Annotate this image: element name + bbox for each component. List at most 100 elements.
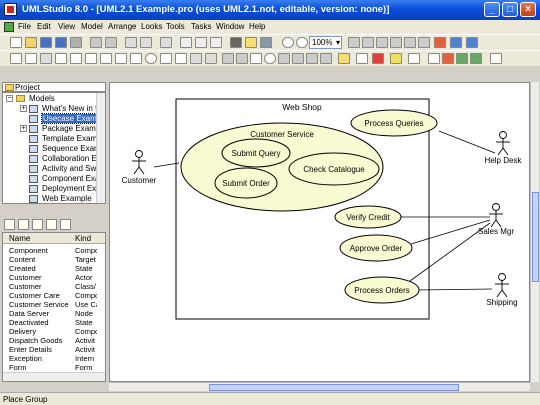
list-row[interactable]: Form Form [3, 363, 105, 372]
rectangle-icon[interactable] [130, 53, 142, 64]
tree-item[interactable]: Web Example [3, 194, 105, 203]
menu-view[interactable]: View [58, 22, 75, 31]
group-icon[interactable] [376, 37, 388, 48]
tree-item[interactable]: + Package Example [3, 124, 105, 134]
font-icon[interactable] [356, 53, 368, 64]
menu-tasks[interactable]: Tasks [191, 22, 211, 31]
tree-item[interactable]: Component Exam [3, 174, 105, 184]
actor-icon[interactable] [250, 53, 262, 64]
bezier-icon[interactable] [205, 53, 217, 64]
canvas-vertical-scrollbar[interactable] [530, 82, 539, 382]
horizontal-scroll-thumb[interactable] [209, 384, 459, 391]
list-row[interactable]: Content Target [3, 255, 105, 264]
actor-shipping[interactable] [495, 273, 509, 298]
list-row[interactable]: Delivery Compo [3, 327, 105, 336]
paste-icon[interactable] [210, 37, 222, 48]
tree-item[interactable]: Usecase Example [3, 113, 105, 124]
line-color-icon[interactable] [390, 53, 402, 64]
list-row[interactable]: Customer Care Compo [3, 291, 105, 300]
tree-item[interactable]: Deployment Exam [3, 184, 105, 194]
doc-tab-icon[interactable] [60, 219, 71, 230]
grid-tab-icon[interactable] [4, 219, 15, 230]
customer-association[interactable] [153, 162, 180, 168]
list-row[interactable]: Customer Class/ [3, 282, 105, 291]
list-row[interactable]: Data Server Node [3, 309, 105, 318]
state-icon[interactable] [306, 53, 318, 64]
note-tab-icon[interactable] [46, 219, 57, 230]
menu-tools[interactable]: Tools [166, 22, 185, 31]
actor-help-desk[interactable] [496, 131, 510, 156]
menu-file[interactable]: File [18, 22, 31, 31]
front-icon[interactable] [404, 37, 416, 48]
helpdesk-association[interactable] [438, 130, 496, 154]
list-row[interactable]: Created State [3, 264, 105, 273]
close-button[interactable]: × [520, 2, 536, 17]
diagram-canvas[interactable]: Web Shop Customer Service Submit Query S… [109, 82, 530, 382]
new-icon[interactable] [10, 37, 22, 48]
zoom-out-icon[interactable] [296, 37, 308, 48]
zoom-in-icon[interactable] [282, 37, 294, 48]
tree-item[interactable]: Activity and Swim [3, 164, 105, 174]
minimize-button[interactable]: _ [484, 2, 500, 17]
distribute-icon[interactable] [362, 37, 374, 48]
actor-customer[interactable] [132, 150, 146, 175]
undo-icon[interactable] [125, 37, 137, 48]
menu-looks[interactable]: Looks [141, 22, 162, 31]
round-rect-icon[interactable] [160, 53, 172, 64]
polygon-icon[interactable] [175, 53, 187, 64]
tree-item[interactable]: Sequence Example [3, 144, 105, 154]
menu-help[interactable]: Help [249, 22, 265, 31]
list-row[interactable]: Exception Intern [3, 354, 105, 363]
line2-icon[interactable] [85, 53, 97, 64]
class-icon[interactable] [222, 53, 234, 64]
vertical-scroll-thumb[interactable] [532, 192, 539, 282]
export-icon[interactable] [466, 37, 478, 48]
cut-icon[interactable] [180, 37, 192, 48]
package-icon[interactable] [236, 53, 248, 64]
align-icon[interactable] [348, 37, 360, 48]
tree-item[interactable]: + What's New in UML [3, 104, 105, 114]
ellipse-icon[interactable] [145, 53, 157, 64]
tree-item[interactable]: Collaboration Exa [3, 154, 105, 164]
route-icon[interactable] [470, 53, 482, 64]
print-icon[interactable] [230, 37, 242, 48]
arrow-icon[interactable] [115, 53, 127, 64]
fork-icon[interactable] [320, 53, 332, 64]
find-icon[interactable] [160, 37, 172, 48]
list-tab-icon[interactable] [18, 219, 29, 230]
redo-icon[interactable] [140, 37, 152, 48]
actor-sales-mgr[interactable] [489, 203, 503, 228]
canvas-horizontal-scrollbar[interactable] [109, 382, 530, 391]
class-tab-icon[interactable] [32, 219, 43, 230]
layout-icon[interactable] [442, 53, 454, 64]
report-icon[interactable] [450, 37, 462, 48]
node-icon[interactable] [278, 53, 290, 64]
save-all-icon[interactable] [55, 37, 67, 48]
open-icon[interactable] [25, 37, 37, 48]
text-color-icon[interactable] [372, 53, 384, 64]
tool-icon[interactable] [260, 37, 272, 48]
kind-column-header[interactable]: Kind [75, 234, 91, 243]
menu-edit[interactable]: Edit [37, 22, 51, 31]
list-row[interactable]: Enter Details Activit [3, 345, 105, 354]
grid-icon[interactable] [490, 53, 502, 64]
diagram-icon[interactable] [434, 37, 446, 48]
arc-icon[interactable] [190, 53, 202, 64]
copy-disabled-icon[interactable] [105, 37, 117, 48]
tree-root[interactable]: − Models [3, 94, 105, 104]
expand-icon[interactable]: + [20, 125, 27, 132]
pen-icon[interactable] [40, 53, 52, 64]
save-icon[interactable] [40, 37, 52, 48]
tree-layout-icon[interactable] [456, 53, 468, 64]
back-icon[interactable] [418, 37, 430, 48]
copy-icon[interactable] [195, 37, 207, 48]
component-icon[interactable] [292, 53, 304, 64]
properties-icon[interactable] [70, 37, 82, 48]
usecase-icon[interactable] [264, 53, 276, 64]
maximize-button[interactable]: □ [502, 2, 518, 17]
line-style-icon[interactable] [408, 53, 420, 64]
list-scrollbar[interactable] [3, 372, 105, 381]
menu-arrange[interactable]: Arrange [108, 22, 136, 31]
tree-item[interactable]: Template Example [3, 134, 105, 144]
tree-scrollbar[interactable] [96, 93, 105, 203]
